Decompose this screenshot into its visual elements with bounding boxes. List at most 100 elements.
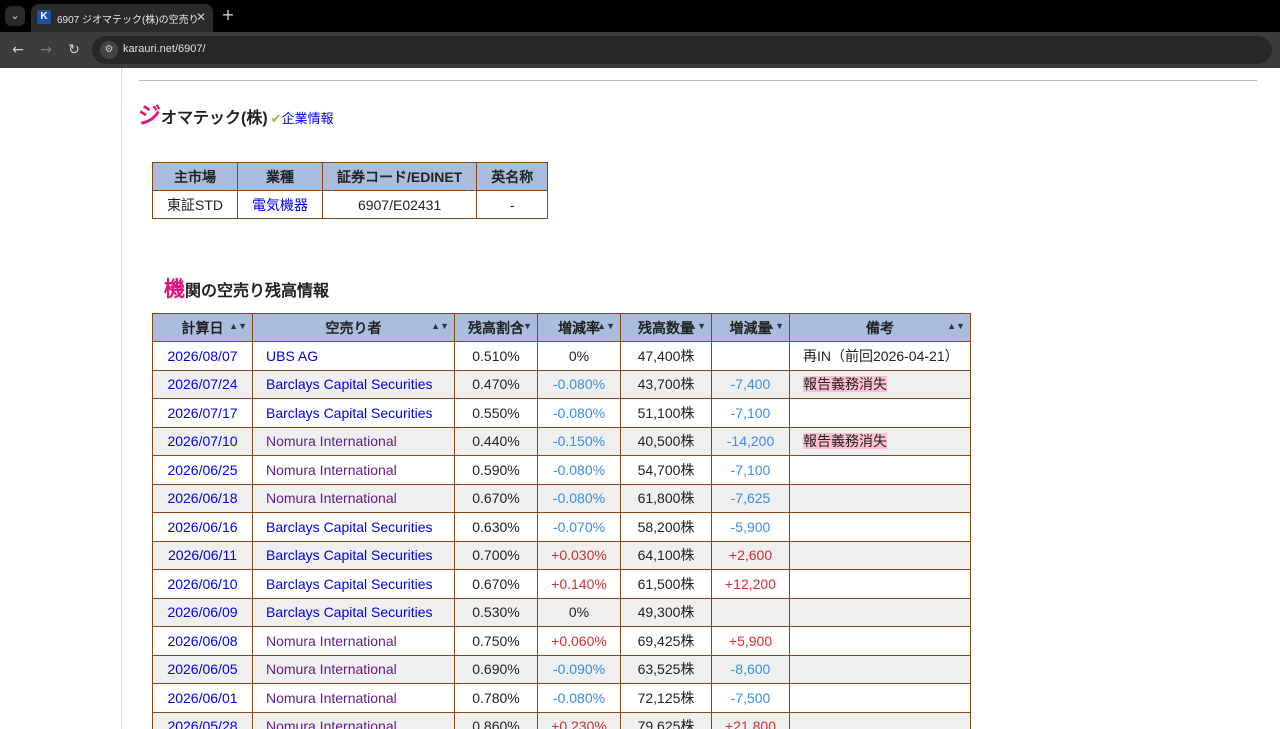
reload-icon[interactable]: ↻ — [64, 40, 84, 60]
rate-cell: -0.080% — [537, 483, 621, 513]
date-link[interactable]: 2026/06/05 — [167, 661, 237, 677]
ratio-cell: 0.690% — [454, 654, 538, 684]
ratio-cell: 0.700% — [454, 540, 538, 570]
date-link[interactable]: 2026/06/09 — [167, 604, 237, 620]
holder-link[interactable]: Barclays Capital Securities — [266, 405, 433, 421]
date-cell: 2026/06/10 — [152, 569, 253, 599]
quantity-cell: 49,300株 — [620, 597, 712, 627]
holder-cell: Barclays Capital Securities — [252, 597, 455, 627]
date-link[interactable]: 2026/06/08 — [167, 633, 237, 649]
holder-link[interactable]: Nomura International — [266, 690, 397, 706]
table-row: 2026/05/28 Nomura International 0.860% +0.2… — [152, 711, 971, 729]
sort-icon: ▲▼ — [514, 321, 532, 331]
date-link[interactable]: 2026/06/25 — [167, 462, 237, 478]
date-cell: 2026/06/01 — [152, 683, 253, 713]
quantity-cell: 79,625株 — [620, 711, 712, 729]
new-tab-icon[interactable]: + — [218, 5, 238, 25]
holder-link[interactable]: Nomura International — [266, 718, 397, 729]
rate-cell: 0% — [537, 597, 621, 627]
info-header-code: 証券コード/EDINET — [321, 162, 478, 191]
company-info-link[interactable]: 企業情報 — [282, 111, 334, 126]
holder-link[interactable]: Nomura International — [266, 433, 397, 449]
url-text[interactable]: karauri.net/6907/ — [123, 43, 206, 55]
rate-cell: +0.140% — [537, 569, 621, 599]
ratio-cell: 0.470% — [454, 369, 538, 399]
close-tab-icon[interactable]: ✕ — [193, 9, 209, 25]
holder-link[interactable]: Nomura International — [266, 490, 397, 506]
date-link[interactable]: 2026/06/18 — [167, 490, 237, 506]
back-arrow-icon[interactable]: ← — [8, 40, 28, 60]
holder-cell: Barclays Capital Securities — [252, 398, 455, 428]
header-rate[interactable]: 増減率 ▲▼ — [537, 313, 621, 342]
table-row: 2026/07/10 Nomura International 0.440% -0.1… — [152, 426, 971, 456]
tab-bar: ⌄ K 6907 ジオマテック(株)の空売り残高 ✕ + — [0, 0, 1280, 32]
info-industry-link[interactable]: 電気機器 — [252, 197, 308, 213]
table-row: 2026/07/24 Barclays Capital Securities 0.4… — [152, 369, 971, 399]
tab-search-chevron-icon[interactable]: ⌄ — [5, 6, 25, 26]
change-cell: -7,100 — [711, 455, 790, 485]
header-quantity[interactable]: 残高数量 ▲▼ — [620, 313, 712, 342]
date-link[interactable]: 2026/08/07 — [167, 348, 237, 364]
date-link[interactable]: 2026/07/17 — [167, 405, 237, 421]
ratio-cell: 0.550% — [454, 398, 538, 428]
holder-link[interactable]: Barclays Capital Securities — [266, 547, 433, 563]
holder-link[interactable]: Barclays Capital Securities — [266, 576, 433, 592]
status-badge: 報告義務消失 — [803, 376, 887, 393]
note-cell — [789, 483, 971, 513]
header-date[interactable]: 計算日 ▲▼ — [152, 313, 253, 342]
note-cell — [789, 569, 971, 599]
holder-link[interactable]: Barclays Capital Securities — [266, 376, 433, 392]
rate-cell: +0.060% — [537, 626, 621, 656]
change-cell: -7,400 — [711, 369, 790, 399]
date-link[interactable]: 2026/06/10 — [167, 576, 237, 592]
change-cell: -7,500 — [711, 683, 790, 713]
divider — [139, 80, 1257, 81]
site-info-icon[interactable]: ⚙ — [100, 41, 118, 59]
quantity-cell: 43,700株 — [620, 369, 712, 399]
holder-link[interactable]: Barclays Capital Securities — [266, 604, 433, 620]
date-link[interactable]: 2026/05/28 — [167, 718, 237, 729]
holder-cell: Barclays Capital Securities — [252, 540, 455, 570]
table-row: 2026/06/05 Nomura International 0.690% -0.0… — [152, 654, 971, 684]
section-heading: 機関の空売り残高情報 — [164, 273, 329, 303]
note-cell — [789, 654, 971, 684]
holder-cell: Nomura International — [252, 711, 455, 729]
holder-link[interactable]: Barclays Capital Securities — [266, 519, 433, 535]
holder-cell: Nomura International — [252, 455, 455, 485]
active-tab[interactable]: K 6907 ジオマテック(株)の空売り残高 ✕ — [31, 4, 213, 32]
company-info-table: 主市場 業種 証券コード/EDINET 英名称 東証STD 電気機器 6907/… — [152, 162, 549, 219]
quantity-cell: 64,100株 — [620, 540, 712, 570]
note-cell — [789, 711, 971, 729]
date-cell: 2026/06/18 — [152, 483, 253, 513]
rate-cell: -0.080% — [537, 683, 621, 713]
holder-link[interactable]: UBS AG — [266, 348, 318, 364]
change-cell: -7,100 — [711, 398, 790, 428]
checkmark-icon: ✔ — [270, 111, 282, 126]
date-link[interactable]: 2026/07/10 — [167, 433, 237, 449]
change-cell: -5,900 — [711, 512, 790, 542]
header-holder[interactable]: 空売り者 ▲▼ — [252, 313, 455, 342]
holder-link[interactable]: Nomura International — [266, 633, 397, 649]
change-cell — [711, 341, 790, 371]
ratio-cell: 0.630% — [454, 512, 538, 542]
date-link[interactable]: 2026/06/01 — [167, 690, 237, 706]
info-header-english-name: 英名称 — [476, 162, 549, 191]
date-link[interactable]: 2026/06/16 — [167, 519, 237, 535]
header-note[interactable]: 備考 ▲▼ — [789, 313, 971, 342]
note-text: 再IN（前回2026-04-21） — [803, 347, 959, 364]
date-link[interactable]: 2026/06/11 — [168, 547, 237, 563]
header-change[interactable]: 増減量 ▲▼ — [711, 313, 790, 342]
table-row: 2026/06/10 Barclays Capital Securities 0.6… — [152, 569, 971, 599]
ratio-cell: 0.510% — [454, 341, 538, 371]
quantity-cell: 58,200株 — [620, 512, 712, 542]
holder-link[interactable]: Nomura International — [266, 462, 397, 478]
short-positions-table: 計算日 ▲▼ 空売り者 ▲▼ 残高割合 ▲▼ 増減率 ▲▼ 残高数量 ▲▼ 増減量 ▲▼ 備… — [152, 313, 971, 729]
date-link[interactable]: 2026/07/24 — [167, 376, 237, 392]
date-cell: 2026/07/24 — [152, 369, 253, 399]
holder-link[interactable]: Nomura International — [266, 661, 397, 677]
header-ratio[interactable]: 残高割合 ▲▼ — [454, 313, 538, 342]
table-row: 2026/06/18 Nomura International 0.670% -0.0… — [152, 483, 971, 513]
holder-cell: Nomura International — [252, 483, 455, 513]
address-bar[interactable]: ⚙ karauri.net/6907/ — [92, 36, 1272, 64]
forward-arrow-icon[interactable]: → — [36, 40, 56, 60]
